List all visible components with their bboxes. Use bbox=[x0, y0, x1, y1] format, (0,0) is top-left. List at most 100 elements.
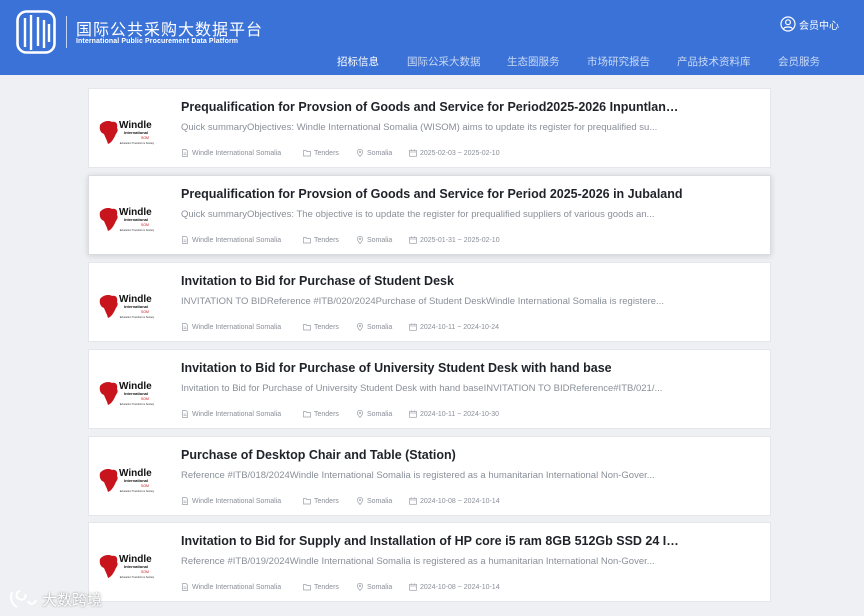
logo-divider bbox=[66, 16, 67, 48]
calendar-icon bbox=[409, 236, 417, 244]
document-icon bbox=[182, 149, 188, 157]
nav-item-market-reports[interactable]: 市场研究报告 bbox=[587, 54, 650, 69]
meta-org: Windle International Somalia bbox=[181, 410, 281, 418]
watermark-logo-icon bbox=[10, 590, 37, 608]
calendar-icon bbox=[409, 583, 417, 591]
nav-item-procurement-data[interactable]: 国际公采大数据 bbox=[407, 54, 481, 69]
tender-card[interactable]: Windle International SOM Education Trans… bbox=[88, 262, 771, 342]
svg-text:International: International bbox=[124, 564, 148, 569]
svg-text:SOM: SOM bbox=[141, 223, 149, 227]
meta-dates: 2024-10-08 ~ 2024-10-14 bbox=[409, 497, 500, 505]
meta-category: Tenders bbox=[303, 323, 339, 331]
main-nav: 招标信息 国际公采大数据 生态圈服务 市场研究报告 产品技术资料库 会员服务 bbox=[0, 54, 864, 68]
tender-summary: Reference #ITB/018/2024Windle Internatio… bbox=[181, 470, 655, 481]
svg-text:International: International bbox=[124, 391, 148, 396]
tender-meta: Windle International Somalia Tenders Som… bbox=[181, 149, 741, 159]
svg-text:Education Transforms Society: Education Transforms Society bbox=[120, 228, 155, 232]
tender-summary: Invitation to Bid for Purchase of Univer… bbox=[181, 383, 663, 394]
top-header: 国际公共采购大数据平台 International Public Procure… bbox=[0, 0, 864, 75]
folder-icon bbox=[303, 498, 311, 505]
tender-card[interactable]: Windle International SOM Education Trans… bbox=[88, 436, 771, 516]
location-pin-icon bbox=[356, 236, 364, 244]
tender-card[interactable]: Windle International SOM Education Trans… bbox=[88, 175, 771, 255]
tender-title[interactable]: Invitation to Bid for Purchase of Studen… bbox=[181, 274, 685, 288]
tender-title[interactable]: Invitation to Bid for Supply and Install… bbox=[181, 534, 685, 548]
calendar-icon bbox=[409, 149, 417, 157]
meta-org: Windle International Somalia bbox=[181, 323, 281, 331]
tender-title[interactable]: Purchase of Desktop Chair and Table (Sta… bbox=[181, 448, 685, 462]
meta-location: Somalia bbox=[356, 497, 392, 505]
user-icon bbox=[780, 16, 796, 32]
member-center-label: 会员中心 bbox=[799, 20, 839, 32]
watermark: 大数跨境 bbox=[8, 588, 102, 610]
location-pin-icon bbox=[356, 410, 364, 418]
meta-category: Tenders bbox=[303, 583, 339, 591]
svg-text:SOM: SOM bbox=[141, 570, 149, 574]
tender-meta: Windle International Somalia Tenders Som… bbox=[181, 236, 741, 246]
windle-logo-icon: Windle International SOM Education Trans… bbox=[99, 381, 155, 406]
tender-card[interactable]: Windle International SOM Education Trans… bbox=[88, 88, 771, 168]
meta-location: Somalia bbox=[356, 323, 392, 331]
tender-title[interactable]: Invitation to Bid for Purchase of Univer… bbox=[181, 361, 685, 375]
meta-org: Windle International Somalia bbox=[181, 583, 281, 591]
svg-text:Education Transforms Society: Education Transforms Society bbox=[120, 489, 155, 493]
nav-item-tech-library[interactable]: 产品技术资料库 bbox=[677, 54, 751, 69]
folder-icon bbox=[303, 324, 311, 331]
svg-text:International: International bbox=[124, 217, 148, 222]
nav-item-tender-info[interactable]: 招标信息 bbox=[337, 54, 379, 69]
meta-dates: 2025-01-31 ~ 2025-02-10 bbox=[409, 236, 500, 244]
svg-text:SOM: SOM bbox=[141, 310, 149, 314]
meta-dates: 2024-10-11 ~ 2024-10-30 bbox=[409, 410, 499, 418]
document-icon bbox=[182, 236, 188, 244]
nav-item-ecosystem[interactable]: 生态圈服务 bbox=[507, 54, 560, 69]
svg-text:SOM: SOM bbox=[141, 484, 149, 488]
tender-summary: Quick summaryObjectives: The objective i… bbox=[181, 209, 655, 220]
windle-logo-icon: Windle International SOM Education Trans… bbox=[99, 294, 155, 319]
meta-location: Somalia bbox=[356, 149, 392, 157]
nav-item-member-services[interactable]: 会员服务 bbox=[778, 54, 820, 69]
tender-title[interactable]: Prequalification for Provsion of Goods a… bbox=[181, 187, 685, 201]
document-icon bbox=[182, 410, 188, 418]
meta-dates: 2025-02-03 ~ 2025-02-10 bbox=[409, 149, 500, 157]
meta-location: Somalia bbox=[356, 583, 392, 591]
tender-summary: Reference #ITB/019/2024Windle Internatio… bbox=[181, 556, 655, 567]
document-icon bbox=[182, 497, 188, 505]
platform-logo-icon[interactable] bbox=[16, 10, 56, 54]
document-icon bbox=[182, 583, 188, 591]
windle-logo-icon: Windle International SOM Education Trans… bbox=[99, 207, 155, 232]
meta-org: Windle International Somalia bbox=[181, 497, 281, 505]
meta-dates: 2024-10-08 ~ 2024-10-14 bbox=[409, 583, 500, 591]
svg-text:International: International bbox=[124, 478, 148, 483]
brand-subtitle: International Public Procurement Data Pl… bbox=[76, 38, 239, 45]
windle-logo-icon: Windle International SOM Education Trans… bbox=[99, 554, 155, 579]
windle-logo-icon: Windle International SOM Education Trans… bbox=[99, 120, 155, 145]
tender-meta: Windle International Somalia Tenders Som… bbox=[181, 583, 741, 593]
tender-meta: Windle International Somalia Tenders Som… bbox=[181, 497, 741, 507]
svg-text:International: International bbox=[124, 304, 148, 309]
member-center-link[interactable]: 会员中心 bbox=[780, 16, 839, 32]
meta-category: Tenders bbox=[303, 410, 339, 418]
folder-icon bbox=[303, 584, 311, 591]
meta-category: Tenders bbox=[303, 497, 339, 505]
svg-text:Education Transforms Society: Education Transforms Society bbox=[120, 315, 155, 319]
windle-logo-icon: Windle International SOM Education Trans… bbox=[99, 468, 155, 493]
tender-title[interactable]: Prequalification for Provsion of Goods a… bbox=[181, 100, 685, 114]
svg-text:International: International bbox=[124, 130, 148, 135]
meta-location: Somalia bbox=[356, 410, 392, 418]
folder-icon bbox=[303, 237, 311, 244]
meta-dates: 2024-10-11 ~ 2024-10-24 bbox=[409, 323, 499, 331]
tender-card[interactable]: Windle International SOM Education Trans… bbox=[88, 349, 771, 429]
calendar-icon bbox=[409, 497, 417, 505]
svg-text:SOM: SOM bbox=[141, 136, 149, 140]
document-icon bbox=[182, 323, 188, 331]
svg-text:Education Transforms Society: Education Transforms Society bbox=[120, 402, 155, 406]
tender-card[interactable]: Windle International SOM Education Trans… bbox=[88, 522, 771, 602]
location-pin-icon bbox=[356, 497, 364, 505]
location-pin-icon bbox=[356, 583, 364, 591]
meta-org: Windle International Somalia bbox=[181, 149, 281, 157]
calendar-icon bbox=[409, 410, 417, 418]
tender-meta: Windle International Somalia Tenders Som… bbox=[181, 323, 741, 333]
location-pin-icon bbox=[356, 149, 364, 157]
folder-icon bbox=[303, 411, 311, 418]
tender-meta: Windle International Somalia Tenders Som… bbox=[181, 410, 741, 420]
